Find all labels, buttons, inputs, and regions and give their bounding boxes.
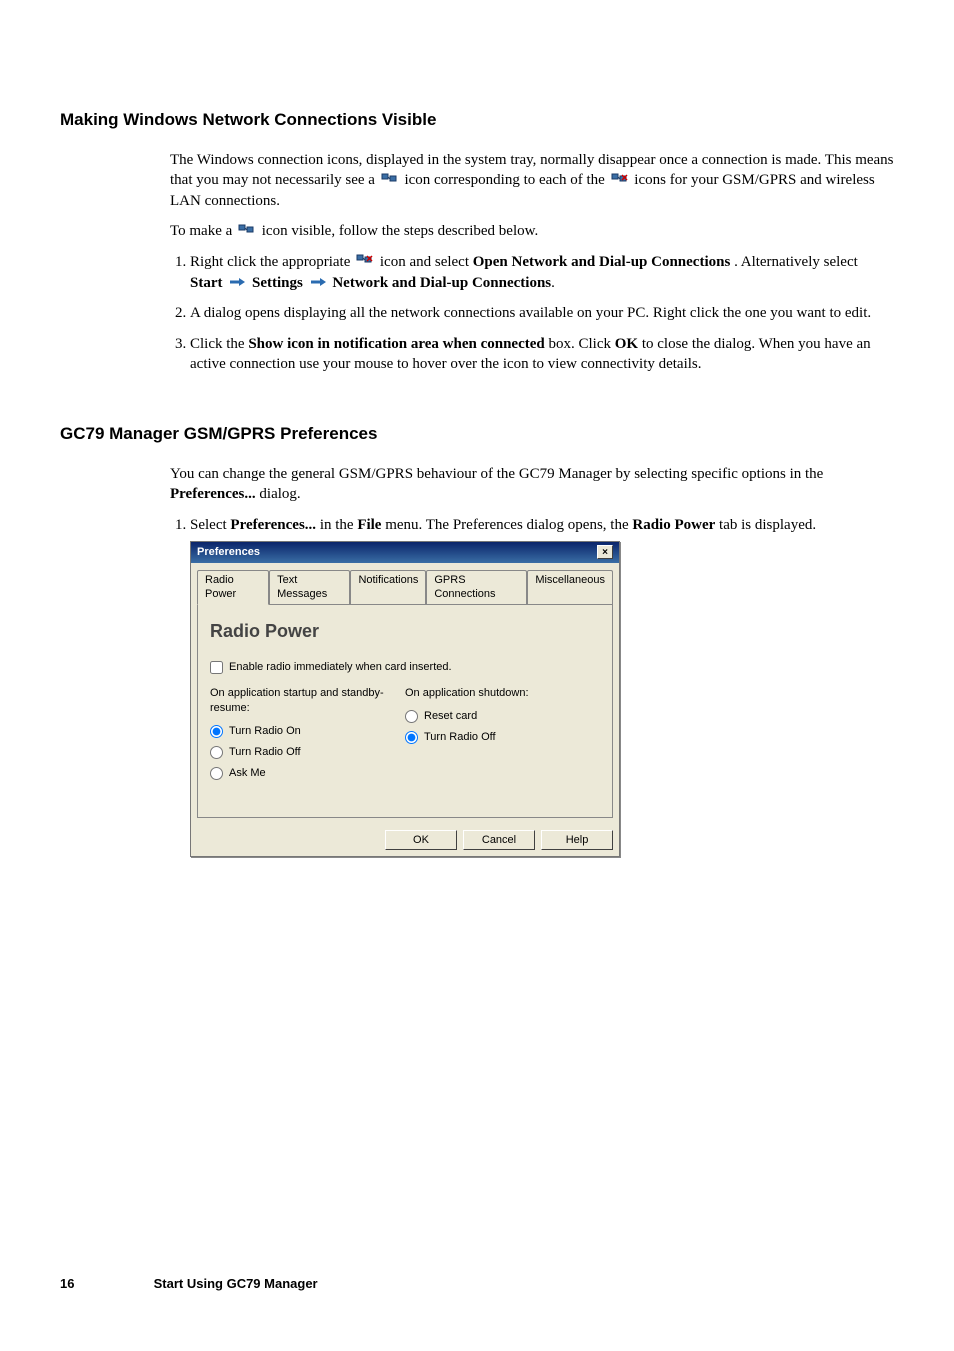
close-icon[interactable]: × xyxy=(597,545,613,559)
page-number: 16 xyxy=(60,1276,150,1291)
text-bold: Settings xyxy=(252,275,303,291)
text: Click the xyxy=(190,336,248,352)
radio-label: Turn Radio On xyxy=(229,724,301,739)
text: icon and select xyxy=(380,254,473,270)
radio-label: Turn Radio Off xyxy=(229,745,301,760)
text-bold: Network and Dial-up Connections xyxy=(332,275,551,291)
text: Select xyxy=(190,517,230,533)
dialog-title-text: Preferences xyxy=(197,545,260,560)
text-bold: Radio Power xyxy=(632,517,715,533)
text: dialog. xyxy=(259,486,300,502)
radio-turn-off-shutdown[interactable] xyxy=(405,731,418,744)
text-bold: Show icon in notification area when conn… xyxy=(248,336,544,352)
shutdown-label: On application shutdown: xyxy=(405,686,600,701)
dialog-titlebar: Preferences × xyxy=(191,542,619,563)
text-bold: File xyxy=(357,517,381,533)
text: box. Click xyxy=(548,336,614,352)
tab-notifications[interactable]: Notifications xyxy=(350,570,426,606)
page-footer: 16 Start Using GC79 Manager xyxy=(60,1276,318,1291)
list-item: Click the Show icon in notification area… xyxy=(190,334,894,375)
tabstrip: Radio Power Text Messages Notifications … xyxy=(191,563,619,605)
text-bold: Preferences... xyxy=(170,486,256,502)
radio-label: Reset card xyxy=(424,709,477,724)
text: Right click the appropriate xyxy=(190,254,354,270)
help-button[interactable]: Help xyxy=(541,830,613,851)
network-disconnected-icon xyxy=(356,252,374,272)
tab-gprs-connections[interactable]: GPRS Connections xyxy=(426,570,527,606)
panel-heading: Radio Power xyxy=(210,619,600,643)
checkbox-label: Enable radio immediately when card inser… xyxy=(229,660,452,675)
tab-radio-power[interactable]: Radio Power xyxy=(197,570,269,606)
enable-radio-checkbox[interactable] xyxy=(210,661,223,674)
text: . Alternatively select xyxy=(734,254,858,270)
list-item: A dialog opens displaying all the networ… xyxy=(190,303,894,323)
text-bold: Start xyxy=(190,275,223,291)
radio-turn-on-startup[interactable] xyxy=(210,725,223,738)
radio-ask-me[interactable] xyxy=(210,767,223,780)
list-item: Select Preferences... in the File menu. … xyxy=(190,515,894,858)
section1-para2: To make a icon visible, follow the steps… xyxy=(170,221,894,242)
text: tab is displayed. xyxy=(719,517,816,533)
text-bold: Open Network and Dial-up Connections xyxy=(473,254,731,270)
text: icon visible, follow the steps described… xyxy=(262,223,538,239)
section2-steps: Select Preferences... in the File menu. … xyxy=(170,515,894,858)
cancel-button[interactable]: Cancel xyxy=(463,830,535,851)
network-connected-icon xyxy=(381,171,399,191)
section1-heading: Making Windows Network Connections Visib… xyxy=(60,110,894,130)
text: You can change the general GSM/GPRS beha… xyxy=(170,466,823,482)
footer-title: Start Using GC79 Manager xyxy=(154,1276,318,1291)
section2-heading: GC79 Manager GSM/GPRS Preferences xyxy=(60,424,894,444)
text: To make a xyxy=(170,223,236,239)
list-item: Right click the appropriate icon and sel… xyxy=(190,252,894,293)
text-bold: OK xyxy=(615,336,638,352)
radio-reset-card[interactable] xyxy=(405,710,418,723)
section2-para1: You can change the general GSM/GPRS beha… xyxy=(170,464,894,505)
network-connected-icon xyxy=(238,222,256,242)
radio-label: Turn Radio Off xyxy=(424,730,496,745)
arrow-right-icon xyxy=(310,273,326,293)
startup-label: On application startup and standby-resum… xyxy=(210,686,405,716)
tab-panel: Radio Power Enable radio immediately whe… xyxy=(197,604,613,817)
enable-radio-checkbox-row: Enable radio immediately when card inser… xyxy=(210,660,600,675)
radio-turn-off-startup[interactable] xyxy=(210,746,223,759)
tab-text-messages[interactable]: Text Messages xyxy=(269,570,350,606)
text: . xyxy=(551,275,555,291)
section1-steps: Right click the appropriate icon and sel… xyxy=(170,252,894,374)
radio-label: Ask Me xyxy=(229,766,266,781)
tab-miscellaneous[interactable]: Miscellaneous xyxy=(527,570,613,606)
preferences-dialog: Preferences × Radio Power Text Messages … xyxy=(190,541,620,858)
dialog-buttons: OK Cancel Help xyxy=(191,824,619,857)
ok-button[interactable]: OK xyxy=(385,830,457,851)
section1-para1: The Windows connection icons, displayed … xyxy=(170,150,894,211)
text: menu. The Preferences dialog opens, the xyxy=(385,517,632,533)
arrow-right-icon xyxy=(229,273,245,293)
text: in the xyxy=(320,517,358,533)
text-bold: Preferences... xyxy=(230,517,316,533)
text: icon corresponding to each of the xyxy=(404,172,608,188)
network-disconnected-icon xyxy=(611,171,629,191)
